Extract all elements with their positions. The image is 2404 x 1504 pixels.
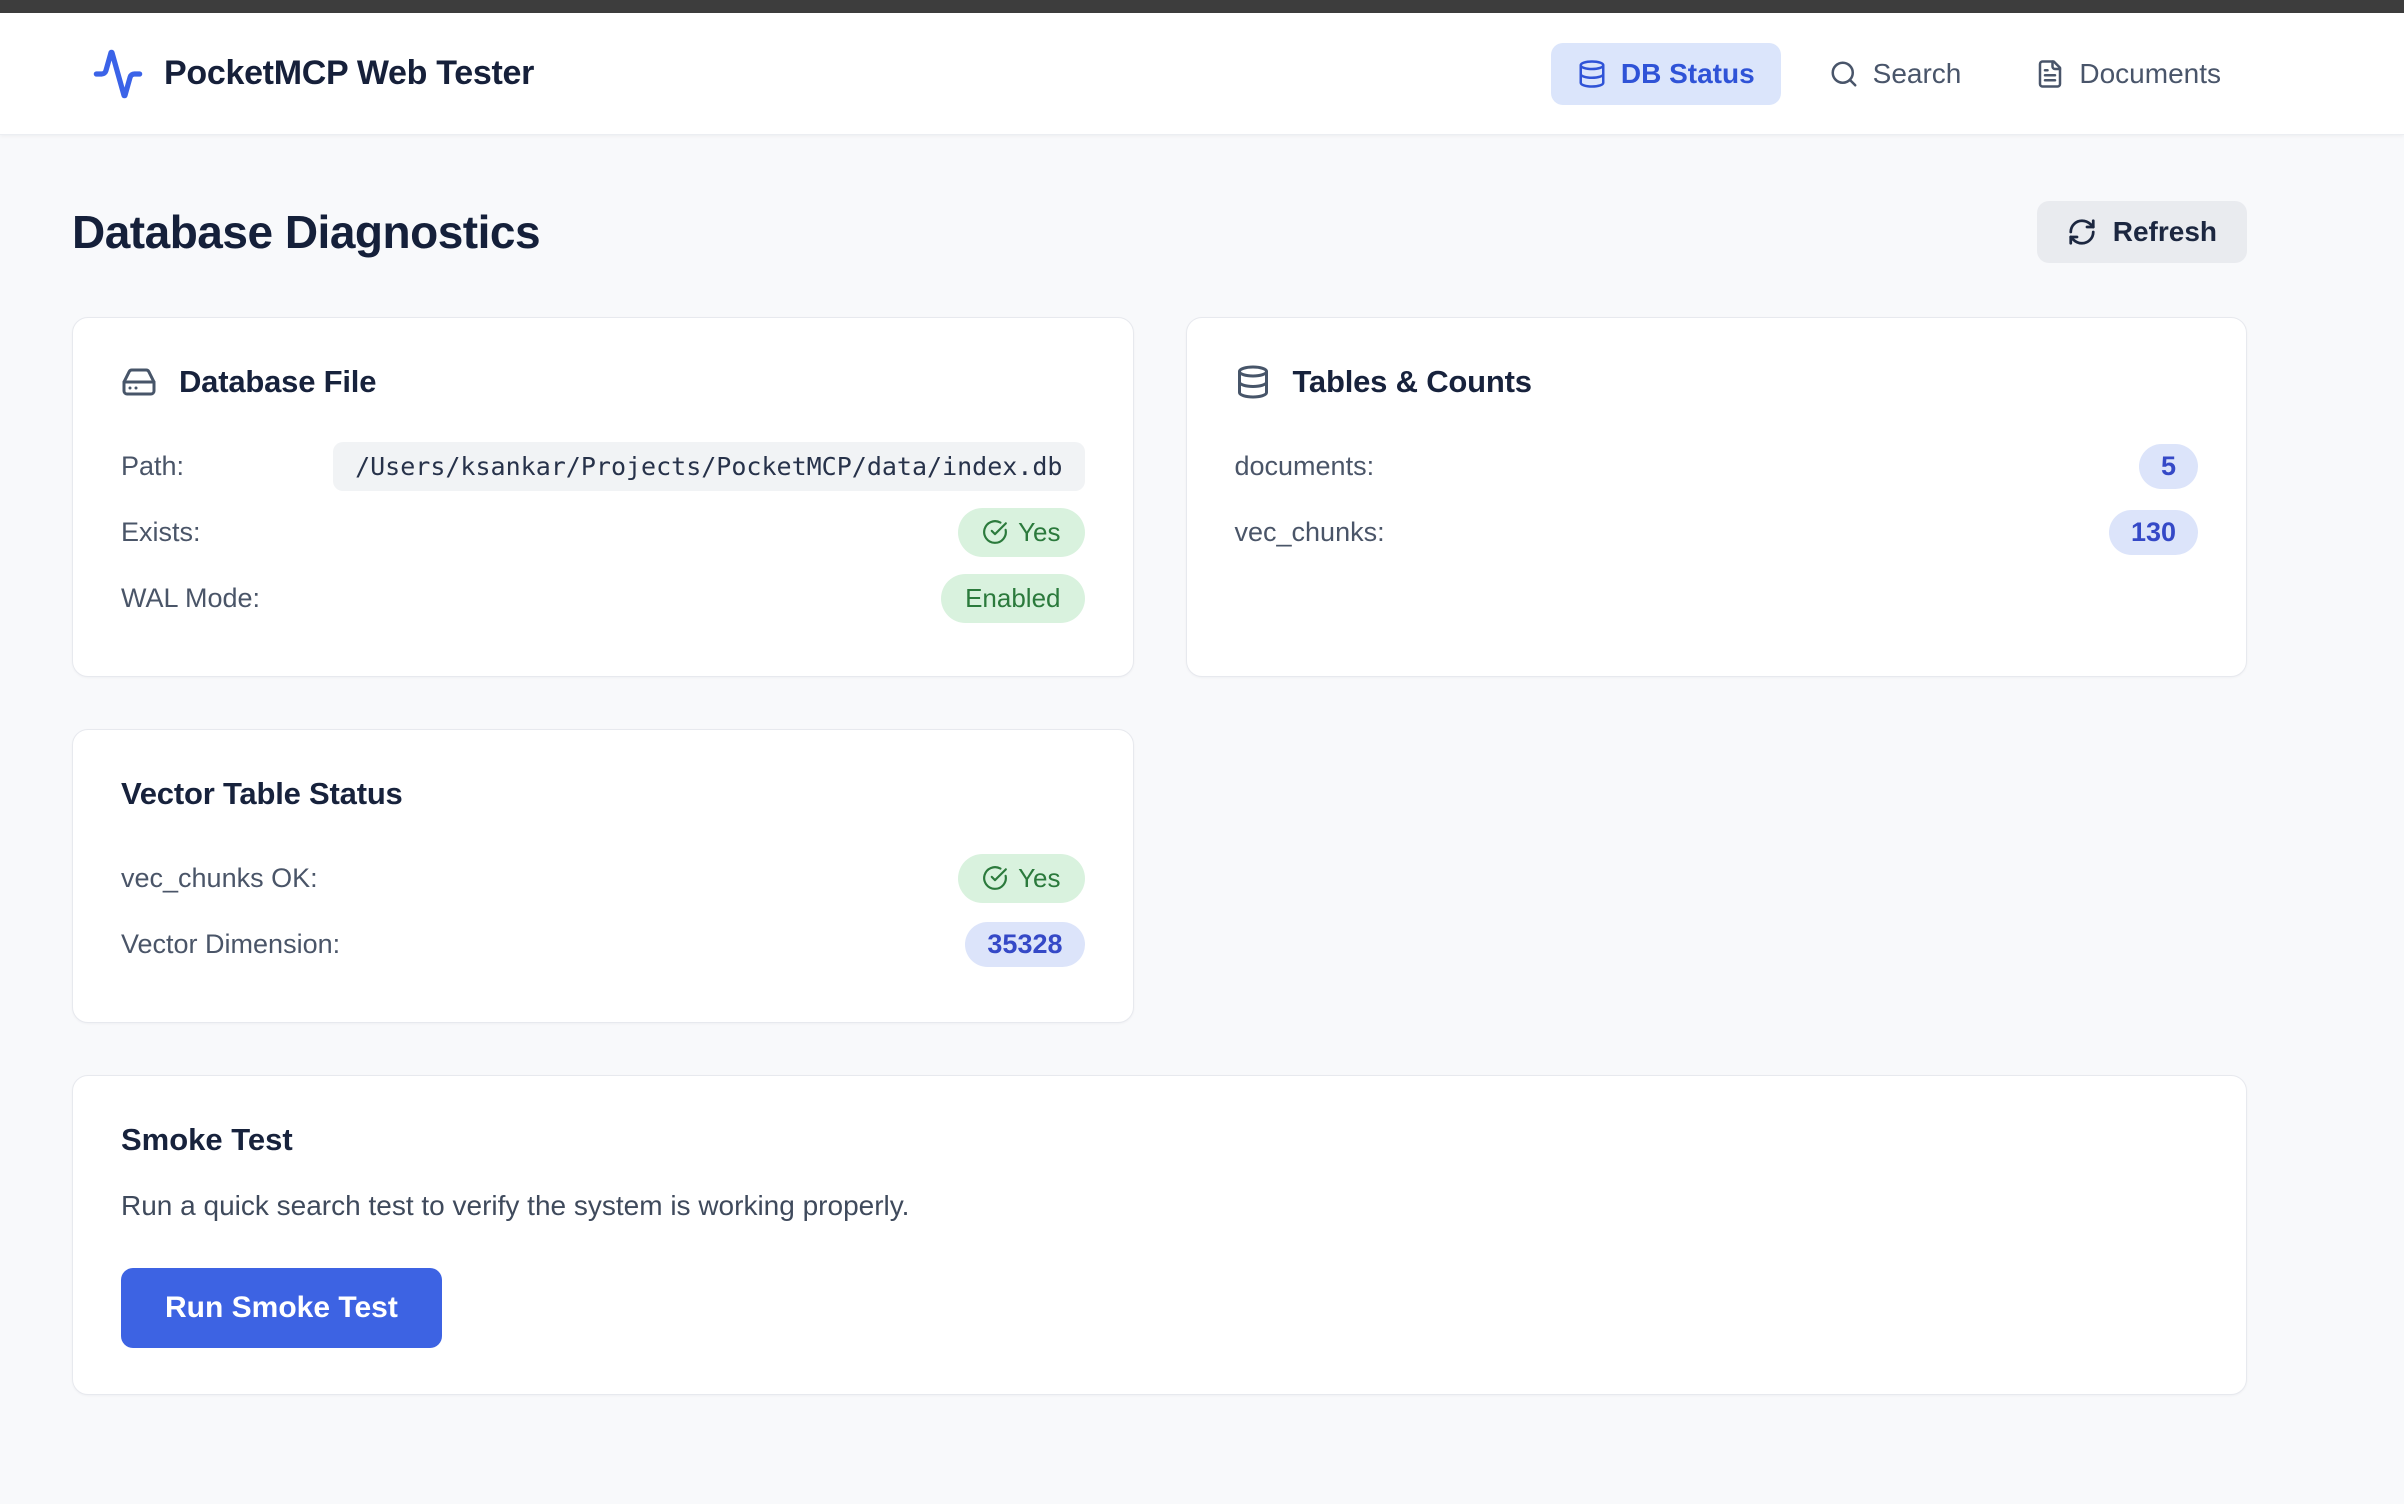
vec-chunks-ok-status-badge: Yes bbox=[958, 854, 1084, 903]
cards-grid: Database File Path: /Users/ksankar/Proje… bbox=[72, 317, 2247, 1395]
db-exists-label: Exists: bbox=[121, 517, 201, 548]
db-path-row: Path: /Users/ksankar/Projects/PocketMCP/… bbox=[121, 434, 1085, 498]
run-smoke-test-button[interactable]: Run Smoke Test bbox=[121, 1268, 442, 1348]
nav-item-search[interactable]: Search bbox=[1803, 43, 1988, 105]
db-exists-value: Yes bbox=[1018, 517, 1060, 548]
nav-label: Documents bbox=[2079, 58, 2221, 90]
nav-label: DB Status bbox=[1621, 58, 1755, 90]
hard-drive-icon bbox=[121, 364, 157, 400]
app-brand: PocketMCP Web Tester bbox=[92, 48, 534, 100]
refresh-button-label: Refresh bbox=[2113, 216, 2217, 248]
vec-chunks-ok-row: vec_chunks OK: Yes bbox=[121, 846, 1085, 910]
card-title-text: Vector Table Status bbox=[121, 776, 403, 812]
documents-count-label: documents: bbox=[1235, 451, 1375, 482]
database-icon bbox=[1577, 59, 1607, 89]
nav-item-documents[interactable]: Documents bbox=[2009, 43, 2247, 105]
db-path-label: Path: bbox=[121, 451, 184, 482]
vec-chunks-ok-label: vec_chunks OK: bbox=[121, 863, 318, 894]
db-path-value: /Users/ksankar/Projects/PocketMCP/data/i… bbox=[333, 442, 1084, 491]
search-icon bbox=[1829, 59, 1859, 89]
db-exists-row: Exists: Yes bbox=[121, 500, 1085, 564]
database-file-card: Database File Path: /Users/ksankar/Proje… bbox=[72, 317, 1134, 677]
documents-count-badge: 5 bbox=[2139, 444, 2198, 489]
file-text-icon bbox=[2035, 59, 2065, 89]
app-header: PocketMCP Web Tester DB Status Search Do… bbox=[0, 13, 2404, 135]
nav-item-db-status[interactable]: DB Status bbox=[1551, 43, 1781, 105]
tables-counts-card-title: Tables & Counts bbox=[1235, 364, 2199, 400]
circle-check-icon bbox=[982, 519, 1008, 545]
documents-count-row: documents: 5 bbox=[1235, 434, 2199, 498]
vec-chunks-count-label: vec_chunks: bbox=[1235, 517, 1385, 548]
vector-dimension-label: Vector Dimension: bbox=[121, 929, 340, 960]
app-title: PocketMCP Web Tester bbox=[164, 54, 534, 93]
smoke-test-description: Run a quick search test to verify the sy… bbox=[121, 1190, 2198, 1222]
vec-chunks-count-badge: 130 bbox=[2109, 510, 2198, 555]
page-title: Database Diagnostics bbox=[72, 205, 540, 259]
smoke-test-title: Smoke Test bbox=[121, 1122, 2198, 1158]
vector-dimension-badge: 35328 bbox=[965, 922, 1084, 967]
page-head: Database Diagnostics Refresh bbox=[72, 201, 2247, 263]
activity-logo-icon bbox=[92, 48, 144, 100]
vector-table-status-card-title: Vector Table Status bbox=[121, 776, 1085, 812]
main-nav: DB Status Search Documents bbox=[1551, 43, 2247, 105]
wal-mode-row: WAL Mode: Enabled bbox=[121, 566, 1085, 630]
circle-check-icon bbox=[982, 865, 1008, 891]
window-top-bar bbox=[0, 0, 2404, 13]
database-file-card-title: Database File bbox=[121, 364, 1085, 400]
vector-dimension-row: Vector Dimension: 35328 bbox=[121, 912, 1085, 976]
vector-table-status-card: Vector Table Status vec_chunks OK: Yes V… bbox=[72, 729, 1134, 1023]
card-title-text: Tables & Counts bbox=[1293, 364, 1532, 400]
refresh-button[interactable]: Refresh bbox=[2037, 201, 2247, 263]
vec-chunks-count-row: vec_chunks: 130 bbox=[1235, 500, 2199, 564]
tables-counts-card: Tables & Counts documents: 5 vec_chunks:… bbox=[1186, 317, 2248, 677]
main-content: Database Diagnostics Refresh Database Fi… bbox=[0, 135, 2404, 1455]
wal-mode-label: WAL Mode: bbox=[121, 583, 260, 614]
wal-mode-status-badge: Enabled bbox=[941, 574, 1084, 623]
db-exists-status-badge: Yes bbox=[958, 508, 1084, 557]
vec-chunks-ok-value: Yes bbox=[1018, 863, 1060, 894]
refresh-icon bbox=[2067, 217, 2097, 247]
database-icon bbox=[1235, 364, 1271, 400]
card-title-text: Database File bbox=[179, 364, 376, 400]
smoke-test-card: Smoke Test Run a quick search test to ve… bbox=[72, 1075, 2247, 1395]
wal-mode-value: Enabled bbox=[965, 583, 1060, 614]
nav-label: Search bbox=[1873, 58, 1962, 90]
